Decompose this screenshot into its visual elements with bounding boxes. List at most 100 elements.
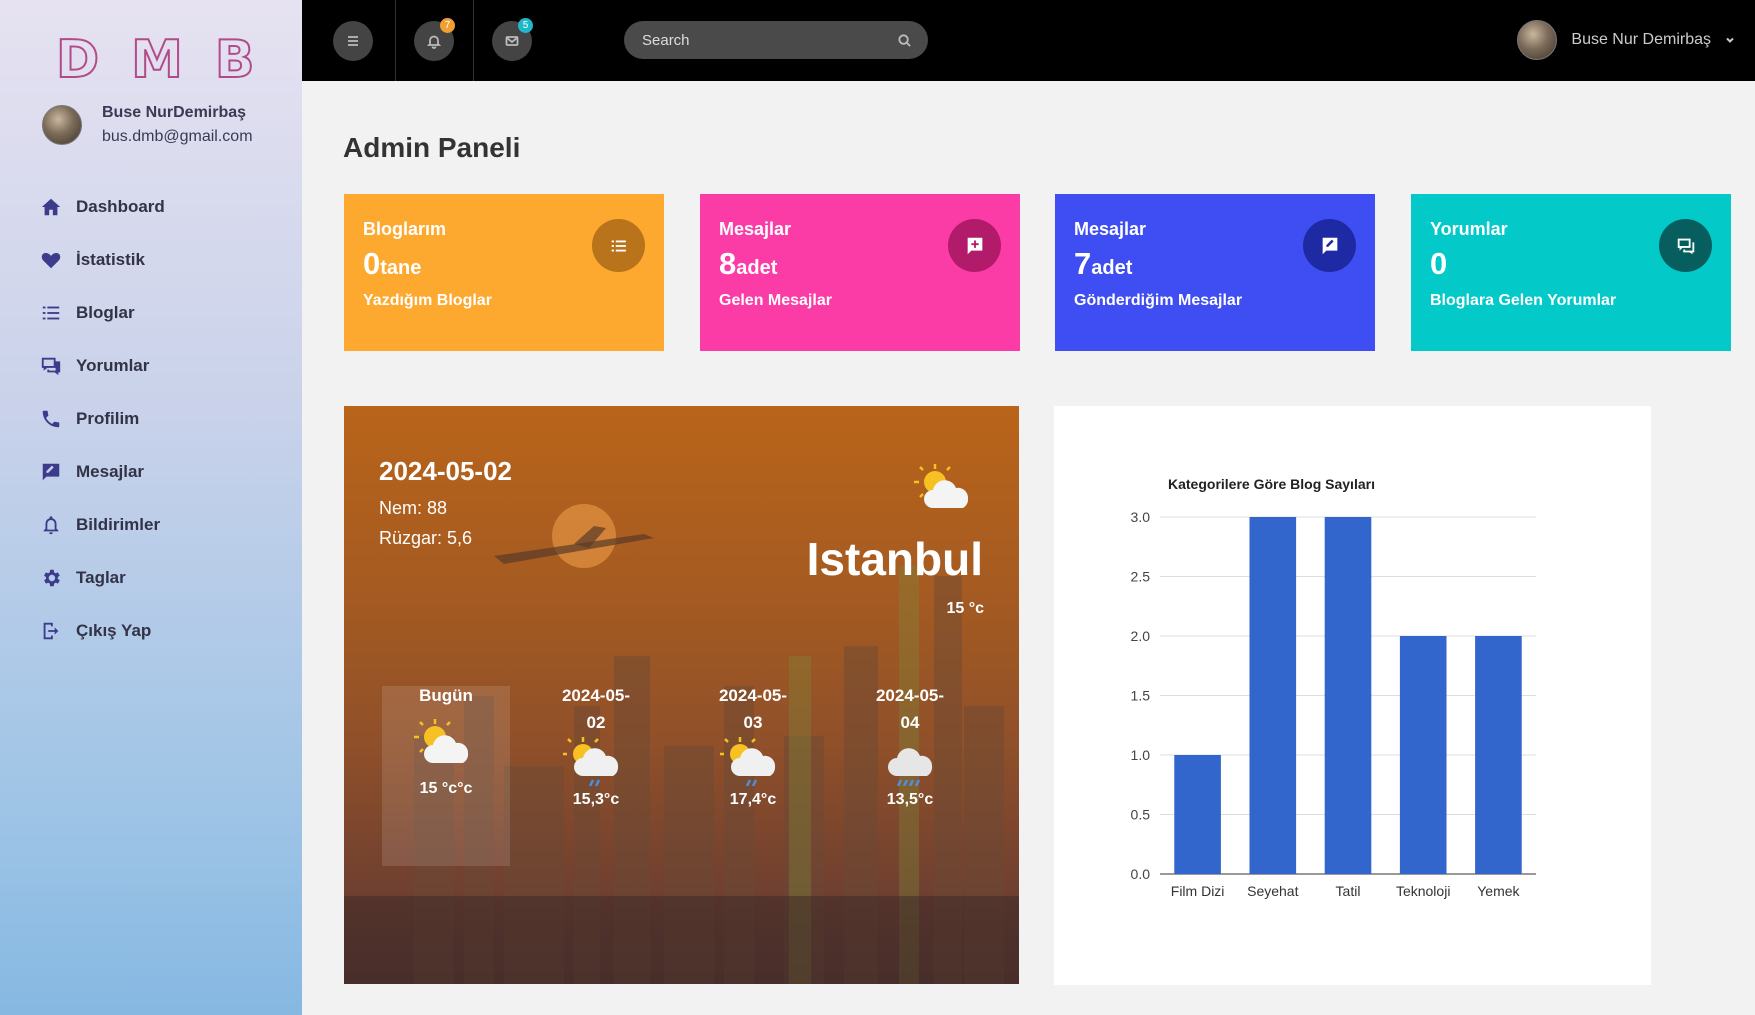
avatar xyxy=(1517,20,1558,60)
sidebar-item-label: Bildirimler xyxy=(76,514,161,534)
y-tick-label: 2.0 xyxy=(1131,628,1151,644)
card-subtitle: Gönderdiğim Mesajlar xyxy=(1074,292,1243,309)
blog-category-chart: Kategorilere Göre Blog Sayıları 0.0 0.5 1.… xyxy=(1054,406,1651,985)
forecast-item: Bugün 15 °c°c xyxy=(382,682,510,798)
phone-icon xyxy=(42,410,60,427)
stat-card-inbox[interactable]: Mesajlar 8adet Gelen Mesajlar xyxy=(700,194,1020,351)
hamburger-icon xyxy=(348,36,358,46)
brand-logo[interactable]: D M B xyxy=(55,29,257,91)
topbar: 7 5 Buse Nur Demirbaş xyxy=(302,0,1755,81)
y-tick-label: 1.5 xyxy=(1131,688,1151,704)
bar[interactable] xyxy=(1324,517,1372,874)
bell-icon xyxy=(43,515,59,534)
x-tick-label: Yemek xyxy=(1477,883,1520,899)
forecast-temp: 17,4°c xyxy=(729,791,777,808)
x-tick-label: Tatil xyxy=(1336,883,1361,899)
list-icon xyxy=(611,240,626,251)
mail-icon xyxy=(505,36,519,46)
sidebar-item-label: Dashboard xyxy=(76,196,165,216)
topbar-user-name: Buse Nur Demirbaş xyxy=(1571,31,1711,48)
weather-city: Istanbul xyxy=(806,533,983,585)
bar[interactable] xyxy=(1475,636,1522,874)
bar[interactable] xyxy=(1249,517,1297,874)
forecast-date: 2024-05- xyxy=(718,686,788,705)
list-icon xyxy=(42,306,60,319)
forecast-date: Bugün xyxy=(419,686,473,705)
x-tick-label: Seyehat xyxy=(1247,883,1298,899)
sidebar-item-label: Çıkış Yap xyxy=(76,620,152,640)
y-tick-label: 1.0 xyxy=(1131,747,1151,763)
divider xyxy=(473,0,474,81)
weather-widget: 2024-05-02 Nem: 88 Rüzgar: 5,6 Istanbul … xyxy=(344,406,1019,984)
search-bar xyxy=(624,21,928,59)
weather-date: 2024-05-02 xyxy=(379,456,512,486)
avatar[interactable] xyxy=(42,105,82,145)
forecast-date-day: 02 xyxy=(586,713,606,732)
sidebar-item-comments[interactable]: Yorumlar xyxy=(40,339,165,392)
card-unit: tane xyxy=(380,257,422,279)
sidebar-item-statistics[interactable]: İstatistik xyxy=(40,233,165,286)
stat-card-blogs[interactable]: Bloglarım 0tane Yazdığım Bloglar xyxy=(344,194,664,351)
comments-icon xyxy=(41,357,61,375)
message-count-badge: 5 xyxy=(518,18,533,33)
forecast-item: 2024-05- 04 13,5°c xyxy=(846,682,974,809)
chevron-down-icon xyxy=(1726,37,1734,43)
sidebar-user-email: bus.dmb@gmail.com xyxy=(102,128,253,145)
forecast-date-day: 03 xyxy=(743,713,763,732)
divider xyxy=(395,0,396,81)
message-plus-icon xyxy=(967,237,982,254)
y-tick-label: 0.5 xyxy=(1131,807,1151,823)
heart-icon xyxy=(41,252,61,268)
x-tick-label: Film Dizi xyxy=(1171,883,1225,899)
bar[interactable] xyxy=(1174,755,1221,874)
sidebar-item-blogs[interactable]: Bloglar xyxy=(40,286,165,339)
stat-card-sent[interactable]: Mesajlar 7adet Gönderdiğim Mesajlar xyxy=(1055,194,1375,351)
sidebar-item-label: Bloglar xyxy=(76,302,135,322)
sidebar-user: Buse NurDemirbaş bus.dmb@gmail.com xyxy=(42,104,253,146)
card-subtitle: Gelen Mesajlar xyxy=(719,292,832,309)
x-tick-label: Teknoloji xyxy=(1396,883,1450,899)
user-menu[interactable]: Buse Nur Demirbaş xyxy=(1517,20,1735,60)
page-title: Admin Paneli xyxy=(343,132,521,163)
sidebar-item-messages[interactable]: Mesajlar xyxy=(40,445,165,498)
card-icon-circle xyxy=(1303,219,1356,272)
sidebar-item-tags[interactable]: Taglar xyxy=(40,551,165,604)
card-value: 8 xyxy=(719,246,737,281)
card-icon-circle xyxy=(948,219,1001,272)
logo-letter: M xyxy=(130,29,185,91)
search-input[interactable] xyxy=(642,31,897,49)
forecast-item: 2024-05- 03 17,4°c xyxy=(689,682,817,809)
forecast-temp: 15,3°c xyxy=(572,791,620,808)
notification-count-badge: 7 xyxy=(440,18,455,33)
y-tick-label: 2.5 xyxy=(1131,569,1151,585)
menu-toggle-button[interactable] xyxy=(333,21,373,61)
sidebar-item-label: Taglar xyxy=(76,567,126,587)
y-tick-label: 0.0 xyxy=(1131,866,1151,882)
sidebar-nav: Dashboard İstatistik Bloglar Yorumlar Pr… xyxy=(40,180,165,657)
sidebar-user-name: Buse NurDemirbaş xyxy=(102,104,247,121)
bar[interactable] xyxy=(1399,636,1447,874)
y-tick-label: 3.0 xyxy=(1131,509,1151,525)
forecast-item: 2024-05- 02 15,3°c xyxy=(532,682,660,809)
card-icon-circle xyxy=(592,219,645,272)
sidebar-item-profile[interactable]: Profilim xyxy=(40,392,165,445)
messages-button[interactable]: 5 xyxy=(492,18,533,61)
sidebar-item-notifications[interactable]: Bildirimler xyxy=(40,498,165,551)
cloud-rain-icon xyxy=(888,748,933,787)
forecast-date-day: 04 xyxy=(900,713,920,732)
card-value: 7 xyxy=(1074,246,1092,281)
sidebar: D M B Buse NurDemirbaş bus.dmb@gmail.com… xyxy=(0,0,302,1015)
search-icon[interactable] xyxy=(897,33,912,48)
card-value: 0 xyxy=(1430,246,1448,281)
sun-cloud-rain-icon xyxy=(563,737,619,787)
sun-cloud-rain-icon xyxy=(720,737,776,787)
sidebar-item-dashboard[interactable]: Dashboard xyxy=(40,180,165,233)
bell-icon xyxy=(426,35,442,49)
notifications-button[interactable]: 7 xyxy=(414,18,455,61)
sidebar-item-label: Yorumlar xyxy=(76,355,150,375)
stat-card-comments[interactable]: Yorumlar 0 Bloglara Gelen Yorumlar xyxy=(1411,194,1731,351)
bar-chart: Kategorilere Göre Blog Sayıları 0.0 0.5 1.… xyxy=(1131,476,1536,899)
weather-current-temp: 15 °c xyxy=(946,600,984,617)
forecast-date: 2024-05- xyxy=(561,686,631,705)
sidebar-item-logout[interactable]: Çıkış Yap xyxy=(40,604,165,657)
